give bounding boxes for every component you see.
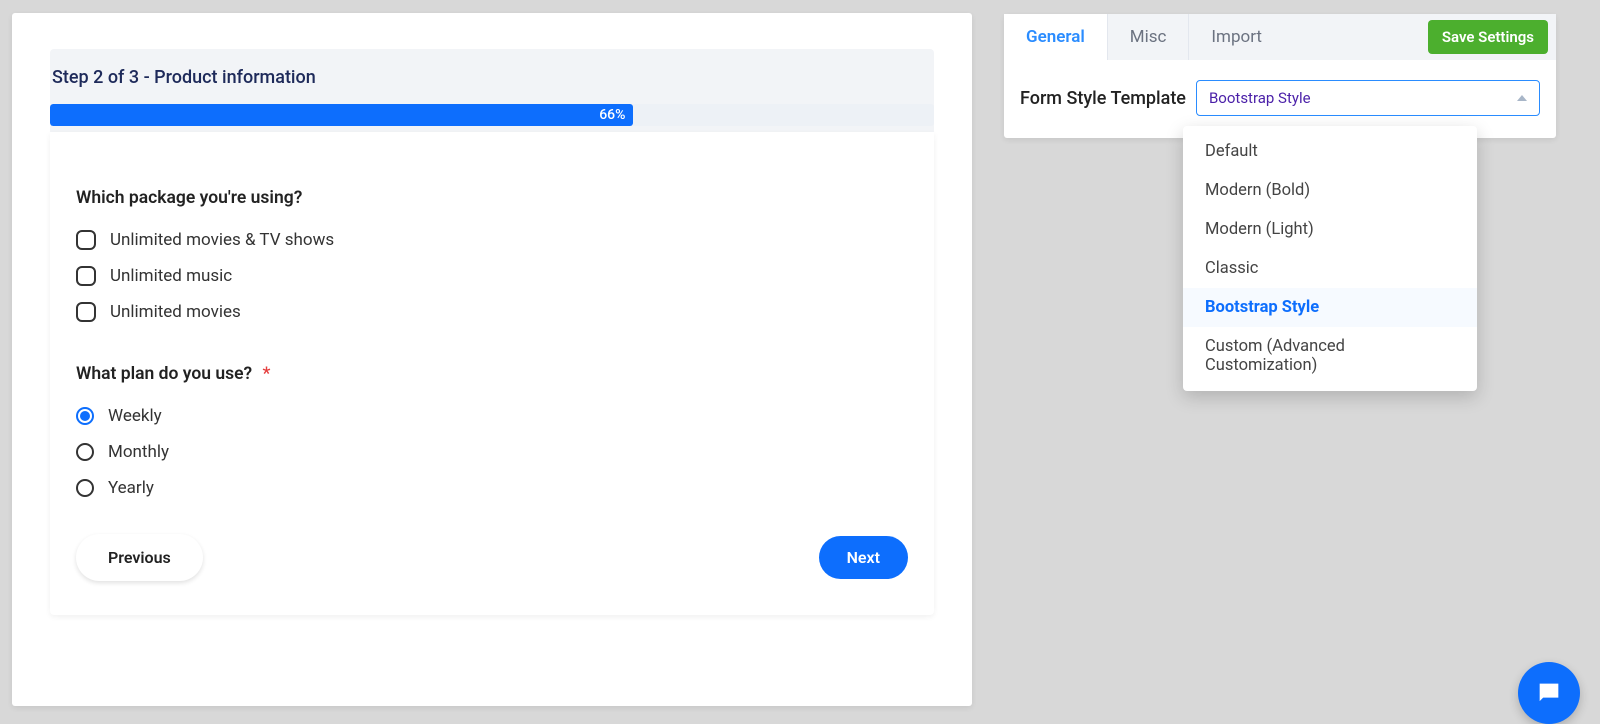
form-style-template-dropdown[interactable]: Default Modern (Bold) Modern (Light) Cla… [1183,126,1477,391]
question-package: Which package you're using? Unlimited mo… [76,188,908,322]
radio-option[interactable]: Yearly [76,478,908,498]
settings-tabs: General Misc Import Save Settings [1004,14,1556,60]
checkbox-icon[interactable] [76,230,96,250]
checkbox-icon[interactable] [76,266,96,286]
form-preview-panel: Step 2 of 3 - Product information 66% Wh… [12,13,972,706]
form-style-template-label: Form Style Template [1020,88,1186,109]
radio-icon[interactable] [76,407,94,425]
progress-fill: 66% [50,104,633,126]
question-text: What plan do you use? [76,364,252,384]
form-body: Which package you're using? Unlimited mo… [50,132,934,615]
chat-icon [1535,679,1563,707]
option-label: Monthly [108,442,169,462]
tab-general[interactable]: General [1004,14,1108,60]
checkbox-option[interactable]: Unlimited music [76,266,908,286]
progress-bar: 66% [50,104,934,126]
question-label: Which package you're using? [76,188,908,208]
save-settings-button[interactable]: Save Settings [1428,20,1548,54]
dropdown-item[interactable]: Custom (Advanced Customization) [1183,327,1477,385]
next-button[interactable]: Next [819,536,908,579]
tab-import[interactable]: Import [1189,14,1284,60]
dropdown-item[interactable]: Modern (Bold) [1183,171,1477,210]
dropdown-item[interactable]: Default [1183,132,1477,171]
chat-button[interactable] [1518,662,1580,724]
dropdown-item-selected[interactable]: Bootstrap Style [1183,288,1477,327]
checkbox-option[interactable]: Unlimited movies & TV shows [76,230,908,250]
radio-icon[interactable] [76,479,94,497]
settings-panel: General Misc Import Save Settings Form S… [1004,14,1556,138]
question-label: What plan do you use? * [76,364,908,384]
step-header: Step 2 of 3 - Product information 66% [50,49,934,132]
option-label: Unlimited movies [110,302,241,322]
radio-icon[interactable] [76,443,94,461]
tab-misc[interactable]: Misc [1108,14,1190,60]
required-star-icon: * [263,364,271,384]
progress-text: 66% [599,107,625,123]
previous-button[interactable]: Previous [76,534,203,581]
option-label: Yearly [108,478,154,498]
form-inner: Step 2 of 3 - Product information 66% Wh… [50,49,934,676]
option-label: Weekly [108,406,162,426]
checkbox-icon[interactable] [76,302,96,322]
chevron-up-icon [1517,95,1527,101]
radio-option[interactable]: Weekly [76,406,908,426]
radio-option[interactable]: Monthly [76,442,908,462]
checkbox-option[interactable]: Unlimited movies [76,302,908,322]
form-style-template-select[interactable]: Bootstrap Style [1196,80,1540,116]
dropdown-item[interactable]: Classic [1183,249,1477,288]
step-title: Step 2 of 3 - Product information [52,67,934,104]
question-plan: What plan do you use? * Weekly Monthly Y… [76,364,908,498]
dropdown-item[interactable]: Modern (Light) [1183,210,1477,249]
select-value: Bootstrap Style [1209,89,1311,107]
form-nav: Previous Next [76,534,908,581]
option-label: Unlimited music [110,266,232,286]
option-label: Unlimited movies & TV shows [110,230,334,250]
